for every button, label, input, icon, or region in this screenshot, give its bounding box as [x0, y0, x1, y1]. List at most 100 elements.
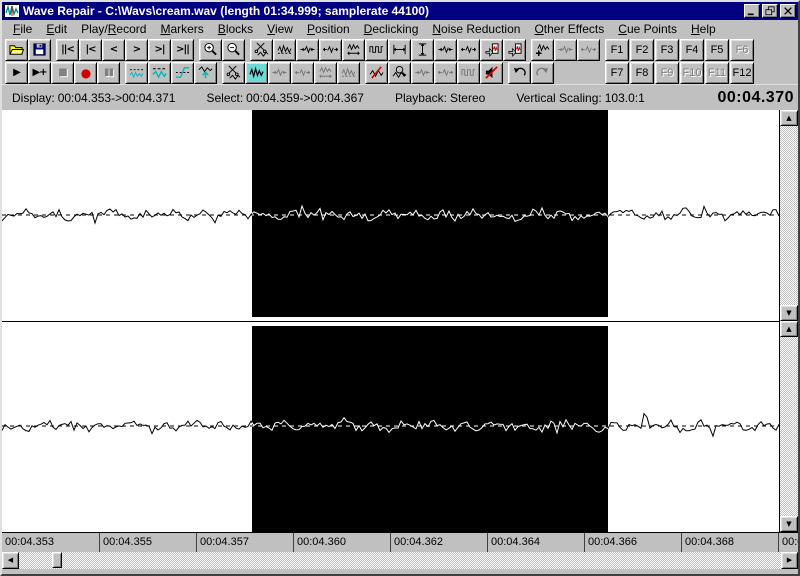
- f8-button[interactable]: F8: [630, 62, 654, 84]
- f11-button[interactable]: F11: [705, 62, 729, 84]
- delete-marker-button[interactable]: [365, 62, 388, 84]
- next-marker-button[interactable]: [577, 39, 600, 61]
- f12-button[interactable]: F12: [730, 62, 754, 84]
- restore-button[interactable]: [762, 4, 778, 18]
- merge-blocks-button[interactable]: [337, 62, 360, 84]
- minimize-button[interactable]: [744, 4, 760, 18]
- zoom-selection-button[interactable]: [250, 39, 273, 61]
- span-width-button[interactable]: [388, 39, 411, 61]
- magnifier-wave-icon: [392, 65, 407, 80]
- menu-position[interactable]: Position: [300, 21, 357, 37]
- mute-button[interactable]: [480, 62, 503, 84]
- repair-c-button[interactable]: [457, 62, 480, 84]
- fade-view-button[interactable]: [171, 62, 194, 84]
- undo-button[interactable]: [508, 62, 531, 84]
- redo-button[interactable]: [531, 62, 554, 84]
- f9-button[interactable]: F9: [655, 62, 679, 84]
- wave-in-icon: [415, 65, 430, 80]
- record-button[interactable]: ●: [74, 62, 97, 84]
- vscale-value: 103.0:1: [605, 91, 645, 105]
- add-marker-button[interactable]: [531, 39, 554, 61]
- hscroll-left-button[interactable]: ◀: [2, 552, 19, 569]
- ch2-scroll-up-button[interactable]: ▲: [780, 321, 798, 337]
- contract-selection-button[interactable]: [434, 39, 457, 61]
- view-whole-file-button[interactable]: [273, 39, 296, 61]
- hscroll-thumb[interactable]: [52, 552, 62, 568]
- f7-button[interactable]: F7: [605, 62, 629, 84]
- stop-button[interactable]: ■: [51, 62, 74, 84]
- copy-block-button[interactable]: [480, 39, 503, 61]
- sample-display-button[interactable]: [365, 39, 388, 61]
- f6-button[interactable]: F6: [730, 39, 754, 61]
- ch1-scroll-up-button[interactable]: ▲: [780, 110, 798, 126]
- play-selection-button[interactable]: ▶+: [28, 62, 51, 84]
- ch2-scroll-down-button[interactable]: ▼: [780, 516, 798, 532]
- hscroll-right-button[interactable]: ▶: [781, 552, 798, 569]
- close-button[interactable]: [780, 4, 796, 18]
- expand-selection-button[interactable]: [457, 39, 480, 61]
- menu-cue-points[interactable]: Cue Points: [611, 21, 684, 37]
- channel-fit-button[interactable]: [148, 62, 171, 84]
- menu-declicking[interactable]: Declicking: [357, 21, 426, 37]
- measure-v-icon: [415, 42, 430, 57]
- ch2-vscroll-track[interactable]: [780, 337, 798, 516]
- save-file-button[interactable]: [28, 39, 51, 61]
- f1-button[interactable]: F1: [605, 39, 629, 61]
- inspect-wave-button[interactable]: [388, 62, 411, 84]
- pause-button[interactable]: ▮▮: [97, 62, 120, 84]
- play-button[interactable]: ▶: [5, 62, 28, 84]
- page-left-button[interactable]: |<: [79, 39, 102, 61]
- f10-button[interactable]: F10: [680, 62, 704, 84]
- zoom-in-button[interactable]: [199, 39, 222, 61]
- f2-button[interactable]: F2: [630, 39, 654, 61]
- cut-selection-button[interactable]: [222, 62, 245, 84]
- stereo-view-toggle[interactable]: [245, 62, 268, 84]
- repair-a-button[interactable]: [411, 62, 434, 84]
- zoom-out-button[interactable]: [222, 39, 245, 61]
- vertical-scaling: Vertical Scaling: 103.0:1: [516, 91, 647, 105]
- shrink-display-button[interactable]: [296, 39, 319, 61]
- ch1-vscroll-track[interactable]: [780, 126, 798, 305]
- copy-selection-button[interactable]: [268, 62, 291, 84]
- pan-display-button[interactable]: [342, 39, 365, 61]
- ch1-scroll-down-button[interactable]: ▼: [780, 305, 798, 321]
- menu-edit[interactable]: Edit: [39, 21, 74, 37]
- f3-button[interactable]: F3: [655, 39, 679, 61]
- hscroll-track[interactable]: [19, 552, 781, 569]
- paste-block-button[interactable]: [503, 39, 526, 61]
- scissors-wave-icon: [226, 65, 241, 80]
- swap-channels-button[interactable]: [314, 62, 337, 84]
- waveform-display[interactable]: [2, 110, 779, 532]
- prev-marker-button[interactable]: [554, 39, 577, 61]
- menu-blocks[interactable]: Blocks: [211, 21, 260, 37]
- open-file-button[interactable]: [5, 39, 28, 61]
- repair-b-button[interactable]: [434, 62, 457, 84]
- ruler-tick: 00:04.357: [196, 533, 293, 552]
- zero-line-view-button[interactable]: [125, 62, 148, 84]
- vscale-label: Vertical Scaling:: [516, 91, 601, 105]
- menu-file[interactable]: File: [6, 21, 39, 37]
- app-icon: [4, 4, 20, 18]
- down-arrow-icon: ▼: [786, 310, 791, 317]
- select-value: 00:04.359->00:04.367: [246, 91, 364, 105]
- boost-view-button[interactable]: [194, 62, 217, 84]
- scroll-left-button[interactable]: <: [102, 39, 125, 61]
- page-right-button[interactable]: >|: [148, 39, 171, 61]
- menu-noise-reduction[interactable]: Noise Reduction: [425, 21, 527, 37]
- stop-icon: ■: [58, 68, 66, 78]
- wave-out-icon: [581, 42, 596, 57]
- goto-end-button[interactable]: >||: [171, 39, 194, 61]
- move-selection-button[interactable]: [291, 62, 314, 84]
- window-title: Wave Repair - C:\Wavs\cream.wav (length …: [23, 4, 744, 18]
- menu-other-effects[interactable]: Other Effects: [527, 21, 611, 37]
- menu-play-record[interactable]: Play/Record: [74, 21, 153, 37]
- scroll-right-button[interactable]: >: [125, 39, 148, 61]
- f4-button[interactable]: F4: [680, 39, 704, 61]
- goto-start-button[interactable]: ||<: [56, 39, 79, 61]
- expand-display-button[interactable]: [319, 39, 342, 61]
- f5-button[interactable]: F5: [705, 39, 729, 61]
- vertical-scale-button[interactable]: [411, 39, 434, 61]
- menu-help[interactable]: Help: [684, 21, 723, 37]
- menu-view[interactable]: View: [260, 21, 300, 37]
- menu-markers[interactable]: Markers: [153, 21, 210, 37]
